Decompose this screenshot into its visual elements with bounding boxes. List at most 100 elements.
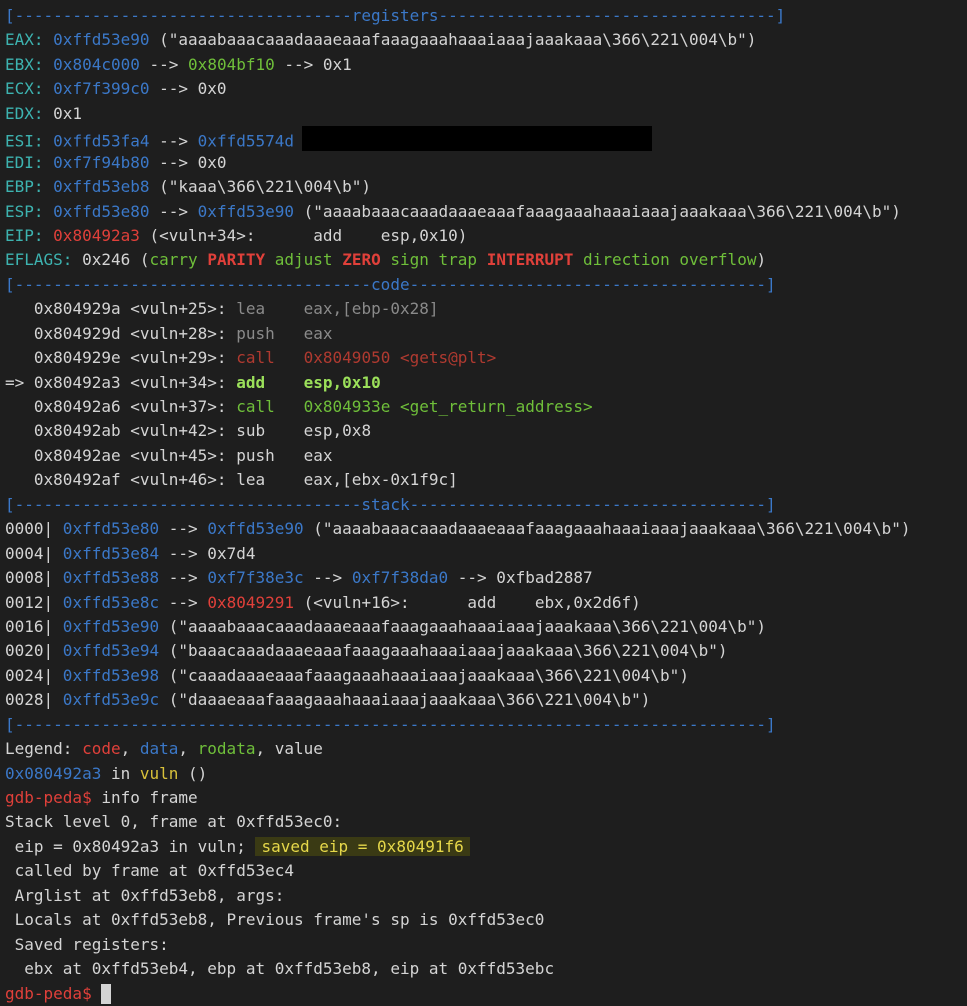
- code-prefix: =>: [5, 372, 34, 392]
- register-label: EAX:: [5, 30, 44, 50]
- input-line[interactable]: gdb-peda$: [0, 982, 967, 1006]
- stack-row: 0000| 0xffd53e80 --> 0xffd53e90 ("aaaaba…: [0, 517, 967, 541]
- code-prefix: [5, 348, 34, 367]
- stack-value: ("aaaabaaacaaadaaaeaaafaaagaaahaaaiaaaja…: [159, 616, 767, 636]
- register-label: ESP:: [5, 201, 44, 221]
- flag-zero: ZERO: [342, 250, 381, 270]
- code-location: 0x80492ae <vuln+45>:: [33, 445, 237, 465]
- stack-offset: 0028|: [5, 690, 54, 710]
- code-line: 0x804929d <vuln+28>: push eax: [0, 322, 967, 346]
- stack-address: 0xffd53e9c: [53, 690, 160, 710]
- stack-address: 0xffd53e84: [53, 543, 160, 563]
- register-esi: ESI: 0xffd53fa4 --> 0xffd5574d: [0, 126, 967, 151]
- frame-info-line: ebx at 0xffd53eb4, ebp at 0xffd53eb8, ei…: [5, 959, 555, 979]
- register-ebp: EBP: 0xffd53eb8 ("kaaa\366\221\004\b"): [0, 175, 967, 199]
- flag-direction: direction: [583, 250, 670, 270]
- stack-arrow: -->: [159, 592, 208, 612]
- stack-value: ("baaacaaadaaaeaaafaaagaaahaaaiaaajaaaka…: [159, 641, 728, 661]
- edi-address: 0xf7f94b80: [53, 152, 150, 172]
- frame-eip: eip = 0x80492a3 in vuln;: [5, 836, 256, 856]
- gdb-prompt: gdb-peda$: [5, 983, 92, 1003]
- code-separator: [-------------------------------------co…: [5, 274, 776, 294]
- stack-arrow: -->: [303, 568, 352, 588]
- register-ecx: ECX: 0xf7f399c0 --> 0x0: [0, 77, 967, 101]
- code-args: esp,0x8: [303, 421, 372, 441]
- stack-address: 0xffd53e88: [53, 568, 160, 588]
- stack-offset: 0008|: [5, 568, 54, 588]
- register-eflags: EFLAGS: 0x246 (carry PARITY adjust ZERO …: [0, 248, 967, 272]
- ecx-value: --> 0x0: [149, 79, 227, 99]
- stack-offset: 0024|: [5, 665, 54, 685]
- ebp-address: 0xffd53eb8: [53, 177, 150, 197]
- command-line: gdb-peda$ info frame: [0, 786, 967, 810]
- code-prefix: [5, 299, 34, 318]
- register-edi: EDI: 0xf7f94b80 --> 0x0: [0, 151, 967, 175]
- code-args: 0x8049050 <gets@plt>: [303, 348, 497, 368]
- code-args: eax: [303, 323, 333, 343]
- code-line: 0x804929e <vuln+29>: call 0x8049050 <get…: [0, 346, 967, 370]
- ebx-pointer: 0x804bf10: [188, 54, 275, 74]
- esi-arrow: -->: [149, 131, 198, 151]
- stack-offset: 0000|: [5, 519, 54, 539]
- code-op: push: [236, 445, 304, 465]
- code-op: push: [236, 323, 304, 343]
- register-ebx: EBX: 0x804c000 --> 0x804bf10 --> 0x1: [0, 53, 967, 77]
- code-location: 0x80492a3 <vuln+34>:: [33, 372, 237, 392]
- stack-row: 0004| 0xffd53e84 --> 0x7d4: [0, 542, 967, 566]
- redaction-box: [302, 126, 652, 151]
- stack-row: 0020| 0xffd53e94 ("baaacaaadaaaeaaafaaag…: [0, 639, 967, 663]
- code-location: 0x80492ab <vuln+42>:: [33, 421, 237, 441]
- code-line: 0x804929a <vuln+25>: lea eax,[ebp-0x28]: [0, 297, 967, 321]
- esp-value: ("aaaabaaacaaadaaaeaaafaaagaaahaaaiaaaja…: [294, 201, 901, 221]
- register-label: EBP:: [5, 177, 44, 197]
- stack-pointer: 0xffd53e90: [207, 519, 304, 539]
- stack-offset: 0012|: [5, 592, 54, 612]
- code-op: add: [236, 372, 304, 392]
- frame-info-line: Saved registers:: [5, 934, 169, 954]
- stack-offset: 0020|: [5, 641, 54, 661]
- code-prefix: [5, 421, 34, 440]
- stack-value: (<vuln+16>: add ebx,0x2d6f): [294, 592, 641, 612]
- legend: Legend: code, data, rodata, value: [0, 737, 967, 761]
- esi-pointer: 0xffd5574d: [197, 131, 294, 151]
- ecx-address: 0xf7f399c0: [53, 79, 150, 99]
- register-eax: EAX: 0xffd53e90 ("aaaabaaacaaadaaaeaaafa…: [0, 28, 967, 52]
- code-location: 0x804929a <vuln+25>:: [33, 299, 237, 319]
- code-line: 0x80492ae <vuln+45>: push eax: [0, 444, 967, 468]
- stack-value: --> 0x7d4: [159, 543, 256, 563]
- flag-overflow: overflow: [679, 250, 757, 270]
- flag-interrupt: INTERRUPT: [486, 250, 574, 270]
- location-in: in: [101, 763, 140, 783]
- esp-arrow: -->: [149, 201, 198, 221]
- frame-info-line: Stack level 0, frame at 0xffd53ec0:: [5, 812, 343, 832]
- edi-value: --> 0x0: [149, 152, 227, 172]
- stack-row: 0024| 0xffd53e98 ("caaadaaaeaaafaaagaaah…: [0, 664, 967, 688]
- saved-eip-highlight: saved eip = 0x80491f6: [255, 836, 470, 856]
- flag-adjust: adjust: [274, 250, 333, 270]
- ebx-arrow: -->: [139, 54, 189, 74]
- ebp-value: ("kaaa\366\221\004\b"): [149, 177, 372, 197]
- register-edx: EDX: 0x1: [0, 102, 967, 126]
- command-text: info frame: [91, 788, 198, 807]
- gdb-prompt: gdb-peda$: [5, 788, 92, 807]
- current-location: 0x080492a3 in vuln (): [0, 762, 967, 786]
- terminal-window[interactable]: [-----------------------------------regi…: [0, 0, 967, 1004]
- legend-label: Legend:: [5, 739, 83, 759]
- eflags-value: 0x246 (: [72, 250, 150, 270]
- legend-code: code: [82, 739, 121, 759]
- block-cursor-icon[interactable]: [101, 984, 112, 1004]
- stack-arrow: -->: [159, 519, 208, 539]
- legend-rodata: rodata: [197, 739, 256, 759]
- code-line-current: => 0x80492a3 <vuln+34>: add esp,0x10: [0, 371, 967, 395]
- stack-address: 0xffd53e80: [53, 519, 160, 539]
- frame-info-line: Arglist at 0xffd53eb8, args:: [5, 885, 285, 905]
- stack-pointer: 0xf7f38da0: [351, 568, 449, 588]
- code-op: lea: [236, 470, 304, 490]
- eip-address: 0x80492a3: [53, 225, 140, 245]
- end-separator: [---------------------------------------…: [5, 714, 776, 734]
- location-function: vuln: [139, 763, 179, 783]
- code-prefix: [5, 446, 34, 465]
- edx-value: 0x1: [43, 103, 83, 123]
- eip-value: (<vuln+34>: add esp,0x10): [139, 225, 468, 245]
- esi-address: 0xffd53fa4: [53, 131, 150, 151]
